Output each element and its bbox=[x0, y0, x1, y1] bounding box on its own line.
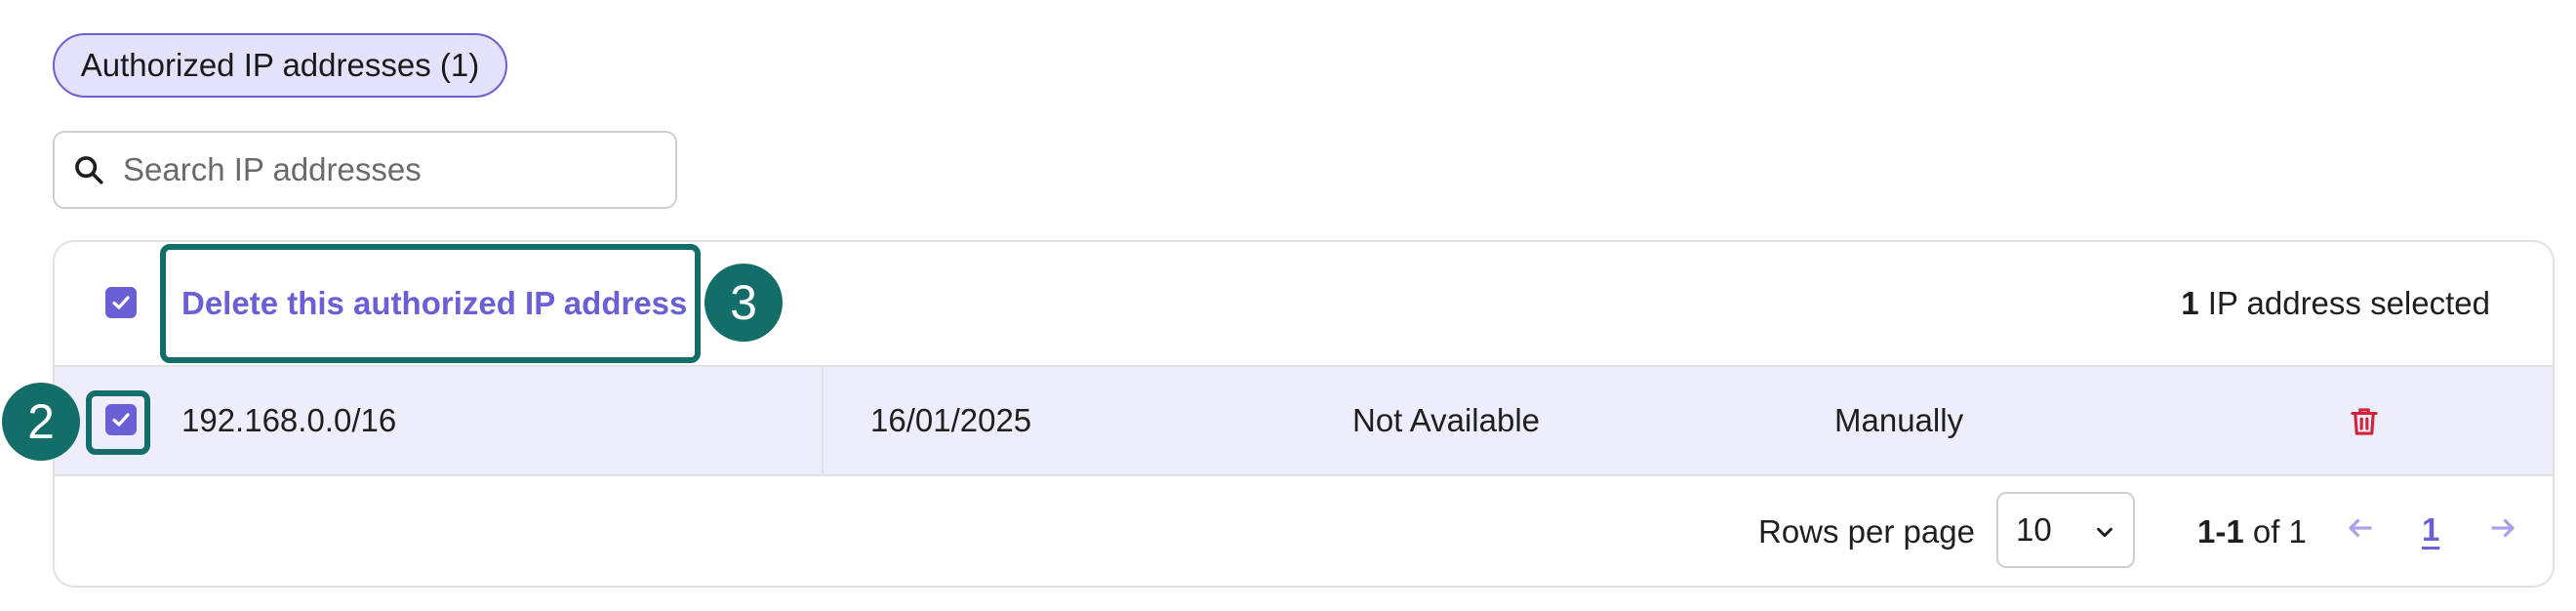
step-marker-3-label: 3 bbox=[730, 275, 757, 330]
search-box[interactable] bbox=[53, 131, 677, 209]
rows-per-page-label: Rows per page bbox=[1758, 513, 1975, 550]
delete-link-highlight bbox=[160, 244, 701, 363]
page-number-current[interactable]: 1 bbox=[2422, 511, 2439, 549]
table-pagination: Rows per page 10 1-1 of 1 1 bbox=[55, 476, 2553, 586]
step-marker-3: 3 bbox=[704, 264, 783, 342]
rows-per-page-value: 10 bbox=[2016, 511, 2052, 548]
next-page-icon[interactable] bbox=[2488, 513, 2517, 543]
search-icon bbox=[75, 156, 103, 184]
row-checkbox-highlight bbox=[86, 390, 150, 455]
status-cell: Not Available bbox=[1352, 402, 1541, 438]
step-marker-2: 2 bbox=[2, 383, 80, 461]
selection-summary: 1 IP address selected bbox=[2181, 285, 2490, 322]
trash-icon[interactable] bbox=[2348, 404, 2381, 439]
pagination-range: 1-1 of 1 bbox=[2197, 513, 2307, 550]
step-marker-2-label: 2 bbox=[27, 394, 55, 449]
range-bold: 1-1 bbox=[2197, 513, 2244, 550]
chevron-down-icon bbox=[2097, 527, 2113, 538]
previous-page-icon[interactable] bbox=[2346, 513, 2375, 543]
authorized-ip-count-chip[interactable]: Authorized IP addresses (1) bbox=[53, 33, 507, 98]
ip-address-cell: 192.168.0.0/16 bbox=[181, 402, 397, 438]
table-row[interactable]: 192.168.0.0/16 16/01/2025 Not Available … bbox=[55, 365, 2553, 476]
select-all-checkbox[interactable] bbox=[105, 287, 137, 318]
date-cell: 16/01/2025 bbox=[870, 402, 1032, 438]
range-rest: of 1 bbox=[2243, 513, 2307, 550]
method-cell: Manually bbox=[1834, 402, 1964, 438]
checkmark-icon bbox=[112, 296, 130, 309]
rows-per-page-select[interactable]: 10 bbox=[1996, 492, 2135, 568]
selected-suffix: IP address selected bbox=[2198, 285, 2490, 321]
search-input[interactable] bbox=[121, 150, 652, 189]
chip-label: Authorized IP addresses (1) bbox=[80, 47, 480, 83]
column-divider bbox=[822, 367, 824, 474]
selected-count: 1 bbox=[2181, 285, 2199, 321]
